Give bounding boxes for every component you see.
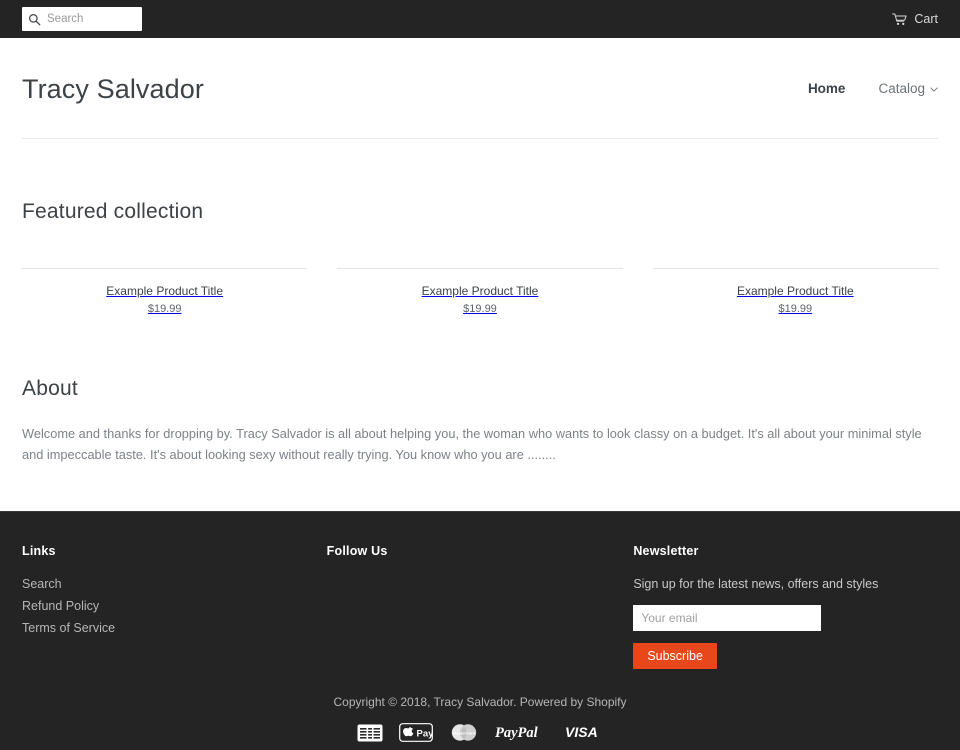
mastercard-icon: MasterCard [451, 724, 477, 741]
footer-follow-heading: Follow Us [326, 544, 388, 558]
product-grid: Example Product Title $19.99 Example Pro… [22, 268, 938, 315]
footer-links-heading: Links [22, 544, 56, 558]
site-title[interactable]: Tracy Salvador [22, 73, 204, 105]
footer-link-terms-of-service[interactable]: Terms of Service [22, 621, 327, 635]
site-footer: Links Search Refund Policy Terms of Serv… [0, 511, 960, 750]
footer-columns: Links Search Refund Policy Terms of Serv… [0, 512, 960, 669]
cart-label: Cart [914, 12, 938, 26]
main-navigation: Home Catalog [808, 81, 938, 98]
search-box[interactable] [22, 7, 142, 31]
footer-link-search[interactable]: Search [22, 577, 327, 591]
product-title: Example Product Title [736, 284, 854, 298]
product-image-placeholder [652, 268, 938, 269]
about-body: Welcome and thanks for dropping by. Trac… [22, 426, 922, 462]
american-express-icon [357, 724, 383, 741]
email-field[interactable] [633, 605, 822, 631]
site-header: Tracy Salvador Home Catalog [0, 38, 960, 118]
product-title: Example Product Title [106, 284, 224, 298]
featured-collection-heading: Featured collection [22, 200, 204, 223]
product-image-placeholder [22, 268, 308, 269]
footer-column-newsletter: Newsletter Sign up for the latest news, … [633, 544, 938, 669]
header-divider [22, 138, 938, 139]
cart-link[interactable]: Cart [892, 12, 938, 26]
visa-icon: VISA [565, 724, 598, 740]
nav-item-home[interactable]: Home [808, 81, 846, 96]
chevron-down-icon [930, 86, 938, 92]
apple-pay-icon: Pay [399, 723, 433, 742]
product-card[interactable]: Example Product Title $19.99 [652, 268, 938, 315]
product-card[interactable]: Example Product Title $19.99 [22, 268, 308, 315]
svg-text:PayPal: PayPal [495, 725, 538, 741]
product-price: $19.99 [463, 303, 497, 315]
copyright-text: Copyright © 2018, Tracy Salvador. Powere… [333, 695, 627, 709]
svg-text:Pay: Pay [417, 728, 434, 739]
about-heading: About [22, 377, 78, 400]
product-price: $19.99 [778, 303, 813, 315]
paypal-icon: PayPal [495, 725, 538, 741]
storefront-page: Cart Tracy Salvador Home Catalog Feature… [0, 0, 960, 750]
svg-text:VISA: VISA [565, 724, 598, 740]
footer-link-refund-policy[interactable]: Refund Policy [22, 599, 327, 613]
footer-newsletter-heading: Newsletter [633, 544, 699, 558]
main-content: Featured collection Example Product Titl… [0, 200, 960, 465]
cart-icon [892, 13, 907, 25]
newsletter-description: Sign up for the latest news, offers and … [633, 577, 879, 591]
svg-text:MasterCard: MasterCard [453, 730, 476, 735]
product-image-placeholder [337, 268, 623, 269]
footer-column-follow: Follow Us [327, 544, 634, 669]
nav-item-catalog[interactable]: Catalog [878, 81, 938, 96]
nav-item-home-label: Home [807, 80, 846, 96]
footer-column-links: Links Search Refund Policy Terms of Serv… [22, 544, 327, 669]
search-icon [29, 13, 41, 25]
product-card[interactable]: Example Product Title $19.99 [337, 268, 623, 315]
product-price: $19.99 [147, 303, 182, 315]
nav-item-catalog-label: Catalog [878, 80, 925, 96]
top-bar: Cart [0, 0, 960, 38]
product-title: Example Product Title [421, 284, 539, 298]
payment-icons: Pay MasterCard PayPal VISA [0, 723, 960, 742]
search-input[interactable] [47, 13, 136, 25]
subscribe-button[interactable]: Subscribe [633, 643, 717, 669]
